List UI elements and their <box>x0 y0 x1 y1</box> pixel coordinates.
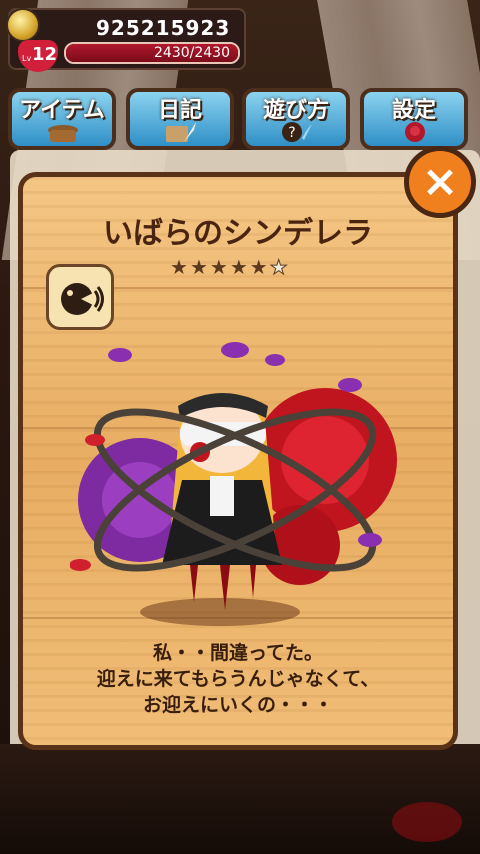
star-filled-icon: ★ <box>209 255 228 279</box>
petal <box>221 342 249 358</box>
star-filled-icon: ★ <box>249 255 268 279</box>
petal <box>338 378 362 392</box>
hp-bar: 2430/2430 <box>64 42 240 64</box>
status-hud: 925215923 Lv 12 2430/2430 <box>6 8 246 72</box>
level-number: 12 <box>32 44 58 65</box>
quote-line: 私・・間違ってた。 <box>152 642 324 664</box>
star-filled-icon: ★ <box>229 255 248 279</box>
coin-count: 925215923 <box>96 16 231 40</box>
petal <box>265 354 285 366</box>
basket-icon <box>48 125 78 142</box>
quote-line: お迎えにいくの・・・ <box>142 694 333 716</box>
quote-line: 迎えに来てもらうんじゃなくて、 <box>96 668 380 690</box>
star-empty-icon: ★ <box>269 255 288 279</box>
petal <box>358 533 382 547</box>
tab-diary[interactable]: 日記 <box>126 88 234 150</box>
star-filled-icon: ★ <box>189 255 208 279</box>
tab-items[interactable]: アイテム <box>8 88 116 150</box>
character-name: いばらのシンデレラ <box>103 216 373 251</box>
level-prefix: Lv <box>22 54 32 63</box>
character-quote: 私・・間違ってた。 迎えに来てもらうんじゃなくて、 お迎えにいくの・・・ <box>18 640 458 718</box>
hp-text: 2430/2430 <box>154 45 230 61</box>
svg-text:?: ? <box>288 125 295 141</box>
diary-quill-icon <box>166 122 196 142</box>
petal <box>70 559 91 571</box>
rose-icon <box>405 122 425 142</box>
collar <box>210 476 234 516</box>
star-filled-icon: ★ <box>170 255 188 279</box>
coin-icon <box>6 8 40 42</box>
close-icon: × <box>421 156 459 207</box>
character-illustration <box>70 342 397 626</box>
blood-puddle <box>392 802 462 842</box>
rarity-stars: ★ ★ ★ ★ ★ ★ <box>170 255 288 279</box>
tab-settings[interactable]: 設定 <box>360 88 468 150</box>
shadow <box>140 598 300 626</box>
voice-play-button[interactable] <box>46 264 114 330</box>
voice-speaker-icon <box>61 283 104 315</box>
level-badge: Lv 12 <box>16 40 60 72</box>
question-icon: ? <box>282 122 312 142</box>
petal <box>85 434 105 446</box>
petal <box>108 348 132 362</box>
tab-howto[interactable]: 遊び方 ? <box>242 88 350 150</box>
